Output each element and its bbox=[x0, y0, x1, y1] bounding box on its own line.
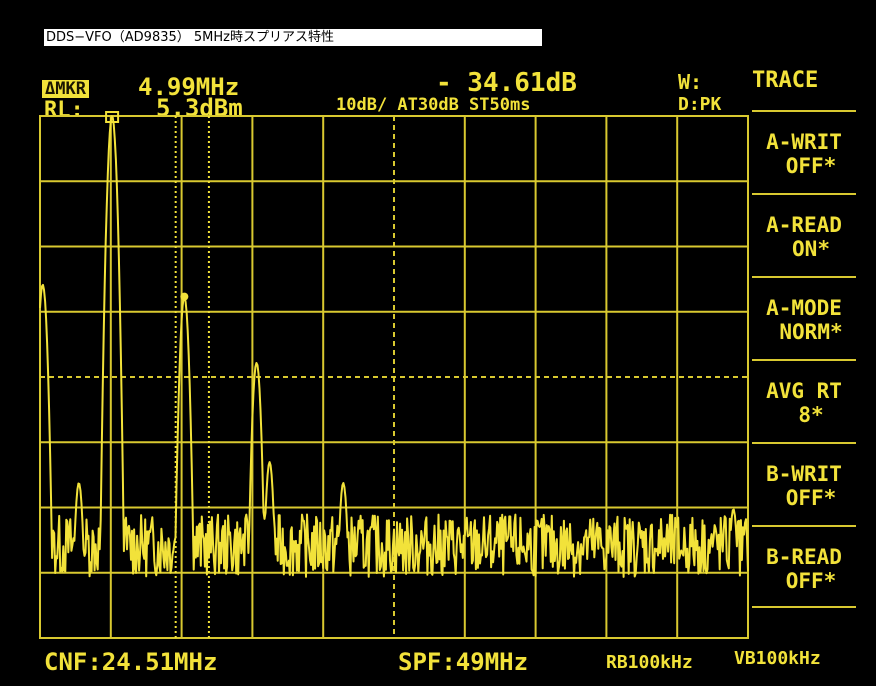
frequency-span: SPF:49MHz bbox=[398, 648, 529, 676]
softkey-divider bbox=[752, 359, 856, 361]
softkey-label: A-MODE bbox=[766, 296, 842, 320]
softkey-b-writ[interactable]: B-WRIT OFF* bbox=[752, 462, 856, 544]
softkey-divider bbox=[752, 606, 856, 608]
video-bandwidth: VB100kHz bbox=[734, 648, 821, 669]
softkey-divider bbox=[752, 525, 856, 527]
softkey-a-writ[interactable]: A-WRIT OFF* bbox=[752, 130, 856, 212]
softkey-label: AVG RT bbox=[766, 379, 842, 403]
softkey-value: OFF* bbox=[785, 569, 837, 593]
softkey-avg-rt[interactable]: AVG RT 8* bbox=[752, 379, 856, 461]
softkey-label: B-READ bbox=[766, 545, 842, 569]
softkey-value: 8* bbox=[798, 403, 824, 427]
softkey-value: OFF* bbox=[785, 154, 837, 178]
softkey-value: ON* bbox=[792, 237, 830, 261]
softkey-b-read[interactable]: B-READ OFF* bbox=[752, 545, 856, 627]
softkey-label: B-WRIT bbox=[766, 462, 842, 486]
softkey-value: OFF* bbox=[785, 486, 837, 510]
softkey-label: A-WRIT bbox=[766, 130, 842, 154]
resolution-bandwidth: RB100kHz bbox=[606, 652, 693, 673]
softkey-divider bbox=[752, 193, 856, 195]
delta-marker-dot bbox=[180, 292, 189, 301]
softkey-value: NORM* bbox=[779, 320, 843, 344]
softkey-divider bbox=[752, 110, 856, 112]
softkey-divider bbox=[752, 276, 856, 278]
spectrum-plot bbox=[39, 111, 749, 639]
center-frequency: CNF:24.51MHz bbox=[44, 648, 218, 676]
softkey-a-mode[interactable]: A-MODE NORM* bbox=[752, 296, 856, 378]
softkey-label: A-READ bbox=[766, 213, 842, 237]
softkey-a-read[interactable]: A-READ ON* bbox=[752, 213, 856, 295]
softkey-divider bbox=[752, 442, 856, 444]
